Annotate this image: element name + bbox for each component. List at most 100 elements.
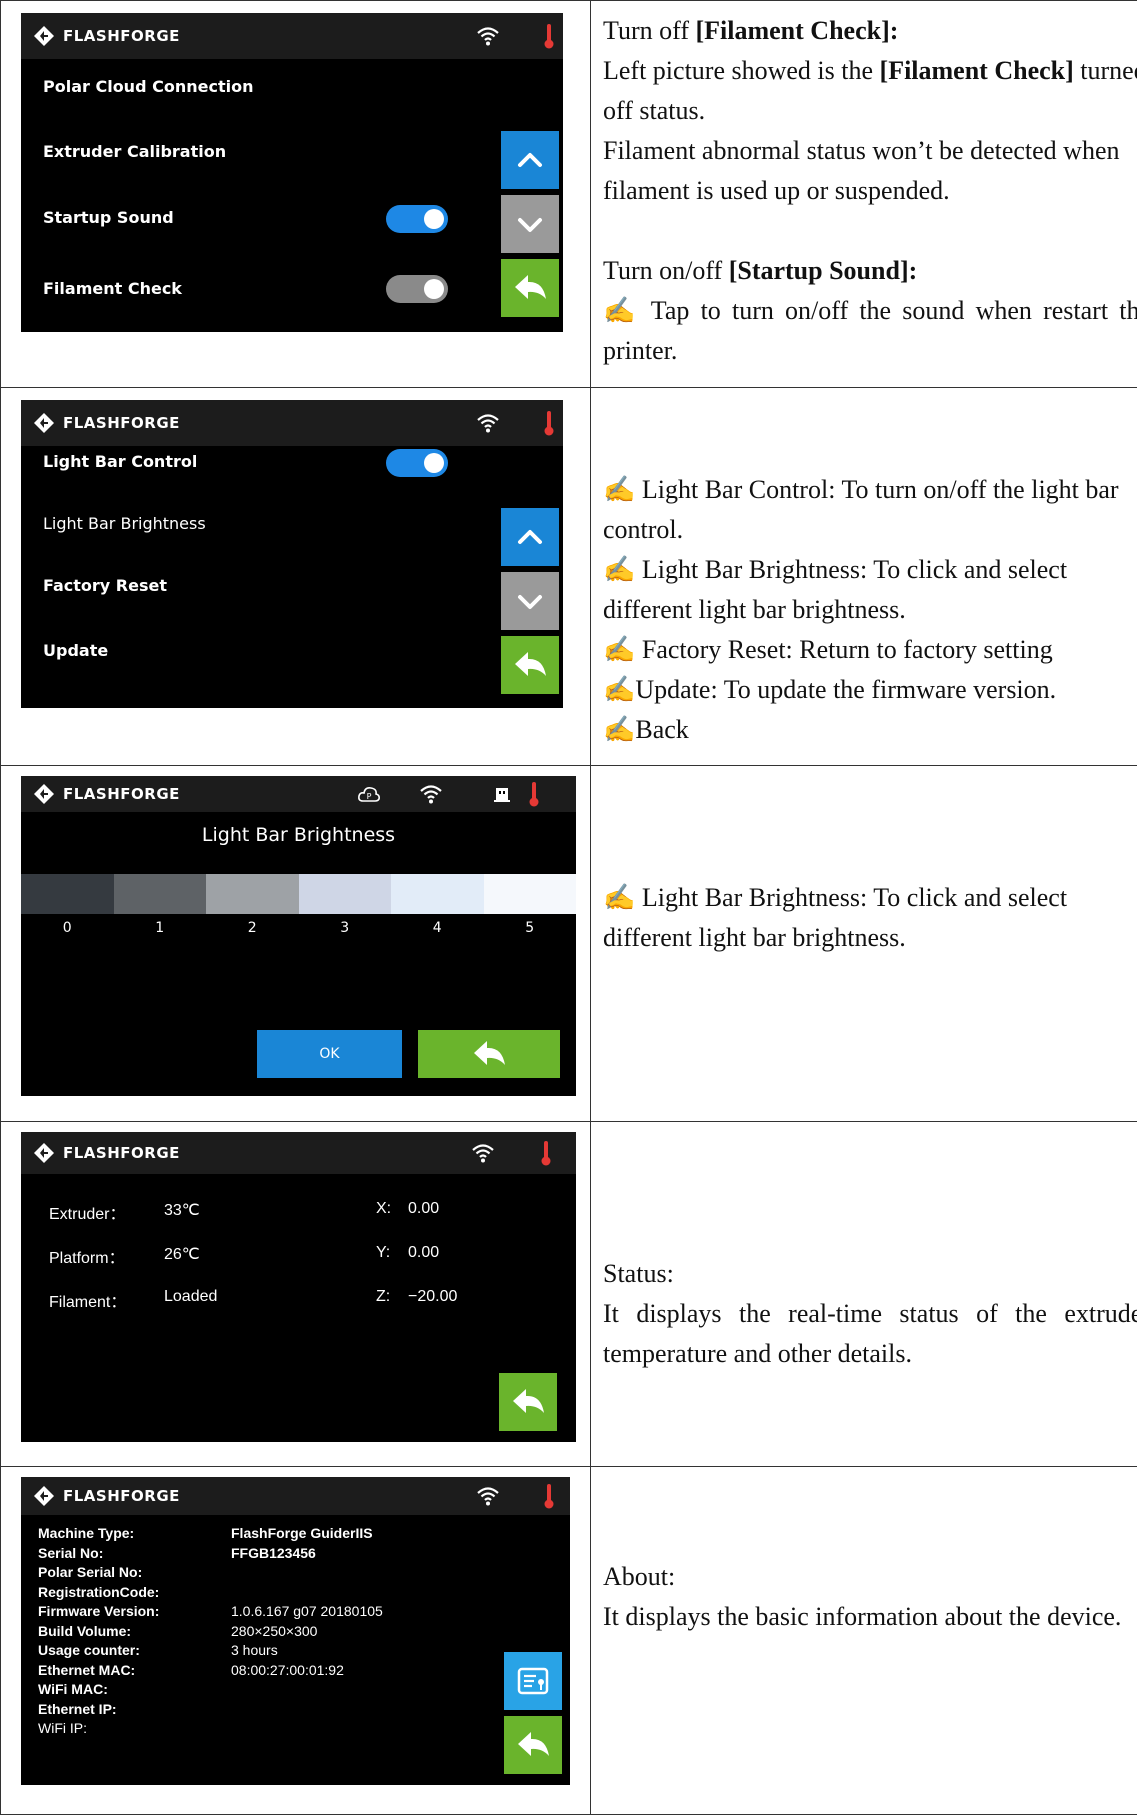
back-button[interactable] — [504, 1716, 562, 1774]
about-value: 3 hours — [231, 1642, 278, 1658]
row1-screenshot-cell: FLASHFORGE Polar Cloud Connection Extrud… — [1, 1, 591, 388]
axis-value: 0.00 — [408, 1244, 439, 1262]
scroll-up-button[interactable] — [501, 508, 559, 566]
brightness-level-5[interactable] — [484, 874, 577, 914]
info-card-icon — [504, 1652, 562, 1710]
flashforge-logo-icon — [33, 1485, 55, 1507]
brightness-level-label: 0 — [21, 920, 114, 942]
brightness-level-2[interactable] — [206, 874, 299, 914]
manual-table: FLASHFORGE Polar Cloud Connection Extrud… — [0, 0, 1137, 1815]
filament-check-toggle[interactable] — [386, 275, 448, 303]
brand-logo: FLASHFORGE — [33, 1485, 180, 1507]
screen-title: Light Bar Brightness — [21, 824, 576, 846]
back-button[interactable] — [418, 1030, 560, 1078]
axis-label: Y: — [376, 1244, 390, 1262]
light-bar-brightness-note: ✍ Light Bar Brightness: To click and sel… — [603, 550, 1137, 630]
status-label: Filament： — [49, 1288, 126, 1312]
back-button[interactable] — [499, 1373, 557, 1431]
brightness-level-0[interactable] — [21, 874, 114, 914]
menu-item-extruder-calibration[interactable]: Extruder Calibration — [43, 142, 226, 161]
back-arrow-icon — [501, 636, 559, 694]
back-arrow-icon — [504, 1716, 562, 1774]
top-bar: FLASHFORGE — [21, 1477, 570, 1515]
back-arrow-icon — [501, 259, 559, 317]
row1-description: Turn off [Filament Check]: Left picture … — [591, 1, 1137, 388]
brand-logo: FLASHFORGE — [33, 25, 180, 47]
light-bar-toggle[interactable] — [386, 449, 448, 477]
ok-button[interactable]: OK — [257, 1030, 402, 1078]
update-note: ✍Update: To update the firmware version. — [603, 670, 1137, 710]
back-note: ✍Back — [603, 710, 1137, 750]
brightness-level-labels: 012345 — [21, 920, 576, 942]
about-screen: FLASHFORGE Machine Type:FlashForge Guide… — [21, 1477, 570, 1785]
top-bar: FLASHFORGE — [21, 400, 563, 446]
back-arrow-icon — [460, 1025, 518, 1083]
wifi-icon — [476, 1485, 500, 1507]
wifi-icon — [476, 412, 500, 434]
scroll-up-button[interactable] — [501, 131, 559, 189]
brand-logo: FLASHFORGE — [33, 412, 180, 434]
about-value: 1.0.6.167 g07 20180105 — [231, 1603, 383, 1619]
brightness-level-label: 3 — [299, 920, 392, 942]
brightness-level-3[interactable] — [299, 874, 392, 914]
brightness-screen: FLASHFORGE Light Bar Brightness 012345 O… — [21, 776, 576, 1096]
info-button[interactable] — [504, 1652, 562, 1710]
wifi-icon — [476, 25, 500, 47]
top-bar: FLASHFORGE — [21, 13, 563, 59]
flashforge-logo-icon — [33, 1142, 55, 1164]
row-light-bar-brightness: FLASHFORGE Light Bar Brightness 012345 O… — [1, 766, 1137, 1122]
flashforge-logo-icon — [33, 412, 55, 434]
status-label: Extruder： — [49, 1200, 125, 1224]
thermometer-icon — [544, 410, 554, 436]
status-title: Status: — [603, 1254, 1137, 1294]
chevron-down-icon — [501, 572, 559, 630]
back-arrow-icon — [499, 1373, 557, 1431]
menu-item-polar-cloud[interactable]: Polar Cloud Connection — [43, 77, 253, 96]
status-body: It displays the real-time status of the … — [603, 1294, 1137, 1374]
about-body: It displays the basic information about … — [603, 1597, 1137, 1637]
about-label: Polar Serial No: — [38, 1564, 142, 1580]
axis-label: Z: — [376, 1288, 390, 1306]
about-label: WiFi IP: — [38, 1720, 87, 1736]
back-button[interactable] — [501, 636, 559, 694]
menu-item-light-bar-brightness[interactable]: Light Bar Brightness — [43, 514, 206, 533]
status-value: 33℃ — [164, 1200, 200, 1220]
wifi-icon — [419, 783, 443, 805]
row5-description: About: It displays the basic information… — [591, 1467, 1137, 1815]
flashforge-logo-icon — [33, 25, 55, 47]
startup-sound-term: [Startup Sound]: — [729, 256, 918, 285]
row2-screenshot-cell: FLASHFORGE Light Bar Control Light Bar B… — [1, 388, 591, 766]
menu-item-update[interactable]: Update — [43, 641, 108, 660]
about-label: WiFi MAC: — [38, 1681, 108, 1697]
settings-screen-1: FLASHFORGE Polar Cloud Connection Extrud… — [21, 13, 563, 332]
row4-screenshot-cell: FLASHFORGE Extruder：33℃X:0.00Platform：26… — [1, 1122, 591, 1467]
row3-screenshot-cell: FLASHFORGE Light Bar Brightness 012345 O… — [1, 766, 591, 1122]
toggle-knob — [424, 279, 444, 299]
startup-sound-note: ✍ Tap to turn on/off the sound when rest… — [603, 291, 1137, 371]
about-label: Build Volume: — [38, 1623, 131, 1639]
brand-name: FLASHFORGE — [63, 27, 180, 45]
about-value: 280×250×300 — [231, 1623, 317, 1639]
row2-description: ✍ Light Bar Control: To turn on/off the … — [591, 388, 1137, 766]
about-label: Usage counter: — [38, 1642, 140, 1658]
toggle-knob — [424, 209, 444, 229]
axis-value: −20.00 — [408, 1288, 457, 1306]
about-value: FFGB123456 — [231, 1545, 316, 1561]
top-bar: FLASHFORGE — [21, 1132, 576, 1174]
brightness-level-4[interactable] — [391, 874, 484, 914]
startup-sound-toggle[interactable] — [386, 205, 448, 233]
brightness-level-1[interactable] — [114, 874, 207, 914]
scroll-down-button[interactable] — [501, 572, 559, 630]
flashforge-logo-icon — [33, 783, 55, 805]
scroll-down-button[interactable] — [501, 195, 559, 253]
brand-logo: FLASHFORGE — [33, 1142, 180, 1164]
brightness-level-label: 4 — [391, 920, 484, 942]
menu-item-factory-reset[interactable]: Factory Reset — [43, 576, 167, 595]
wifi-icon — [471, 1142, 495, 1164]
thermometer-icon — [544, 23, 554, 49]
back-button[interactable] — [501, 259, 559, 317]
row-status: FLASHFORGE Extruder：33℃X:0.00Platform：26… — [1, 1122, 1137, 1467]
light-bar-control-note: ✍ Light Bar Control: To turn on/off the … — [603, 470, 1137, 550]
about-label: Ethernet MAC: — [38, 1662, 135, 1678]
about-value: FlashForge GuiderIIS — [231, 1525, 373, 1541]
